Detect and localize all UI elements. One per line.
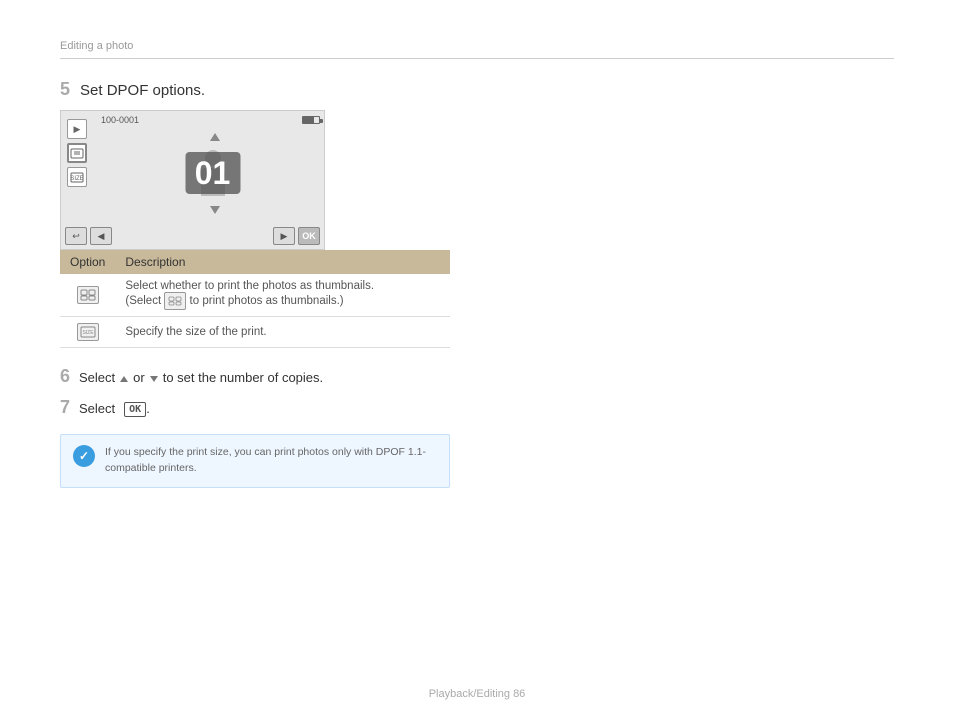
camera-status-bar: 100-0001	[101, 115, 320, 125]
camera-dpof-icon	[67, 143, 87, 163]
table-row-icon-2: SIZE	[60, 317, 115, 348]
page-footer: Playback/Editing 86	[0, 688, 954, 700]
table-row: SIZE Specify the size of the print.	[60, 317, 450, 348]
camera-size-icon: SIZE	[67, 167, 87, 187]
table-row-desc-1: Select whether to print the photos as th…	[115, 274, 450, 317]
camera-up-arrow[interactable]	[210, 133, 220, 141]
camera-back-button[interactable]: ↩	[65, 227, 87, 245]
ok-badge: OK	[124, 402, 146, 417]
breadcrumb: Editing a photo	[60, 40, 894, 59]
size-icon: SIZE	[77, 323, 99, 341]
table-row-icon-1	[60, 274, 115, 317]
camera-down-arrow[interactable]	[210, 206, 220, 214]
camera-center: 01	[111, 127, 314, 219]
svg-text:SIZE: SIZE	[82, 330, 94, 336]
copy-count: 01	[185, 152, 240, 194]
table-option-header: Option	[60, 250, 115, 274]
info-icon: ✓	[73, 445, 95, 467]
table-description-header: Description	[115, 250, 450, 274]
up-arrow-icon	[120, 376, 128, 382]
table-row-desc-2: Specify the size of the print.	[115, 317, 450, 348]
table-row: Select whether to print the photos as th…	[60, 274, 450, 317]
battery-icon	[302, 116, 320, 124]
svg-text:SIZE: SIZE	[70, 176, 83, 182]
camera-ok-button[interactable]: OK	[298, 227, 320, 245]
down-arrow-icon	[150, 376, 158, 382]
steps-below: 6 Select or to set the number of copies.…	[60, 366, 894, 488]
camera-left-button[interactable]: ◀	[90, 227, 112, 245]
thumbnail-icon	[77, 286, 99, 304]
options-table: Option Description	[60, 250, 450, 348]
step5-section: 5 Set DPOF options. ▶ SIZE	[60, 79, 894, 348]
info-box: ✓ If you specify the print size, you can…	[60, 434, 450, 488]
camera-left-icons: ▶ SIZE	[67, 119, 87, 187]
camera-play-icon: ▶	[67, 119, 87, 139]
camera-bottom-controls: ↩ ◀ ▶ OK	[65, 227, 320, 245]
camera-right-button[interactable]: ▶	[273, 227, 295, 245]
step7-row: 7 Select OK.	[60, 397, 894, 418]
camera-ui: ▶ SIZE 100-0001	[60, 110, 325, 250]
step6-row: 6 Select or to set the number of copies.	[60, 366, 894, 387]
step5-label: 5 Set DPOF options.	[60, 79, 894, 100]
